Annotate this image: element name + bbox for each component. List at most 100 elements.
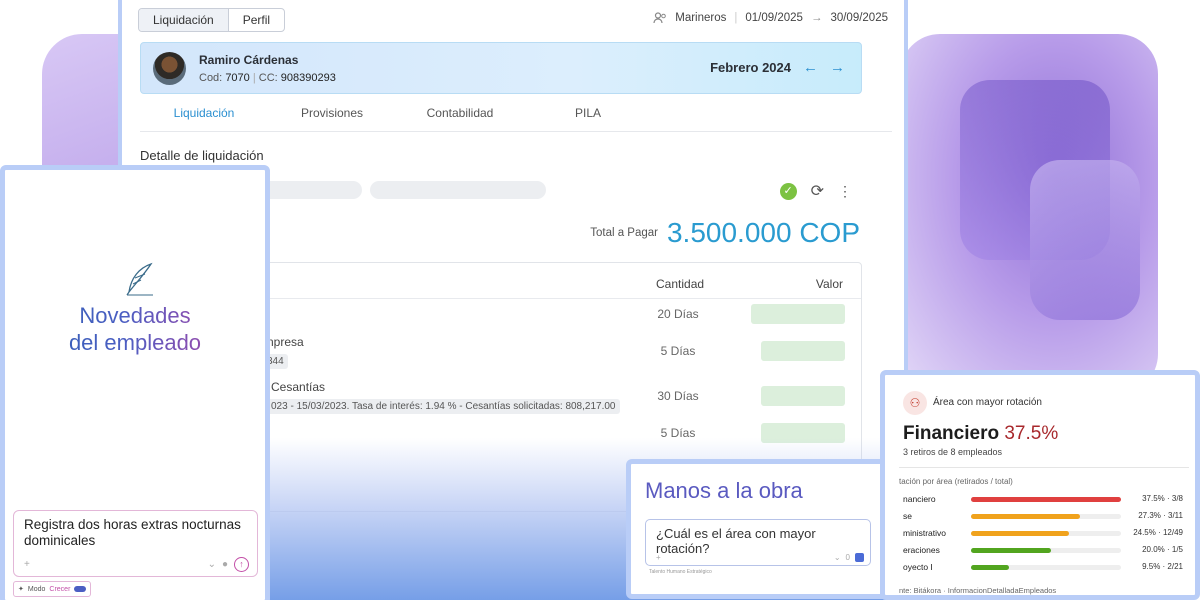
rotation-row: eraciones 20.0% · 1/5	[885, 544, 1195, 558]
add-icon[interactable]: +	[656, 553, 661, 562]
rotation-row-value: 20.0% · 1/5	[1142, 545, 1183, 554]
value-placeholder	[761, 341, 845, 361]
rotation-percent: 37.5%	[1004, 423, 1059, 444]
segment-perfil[interactable]: Perfil	[229, 9, 284, 31]
rotation-header: Área con mayor rotación	[933, 397, 1042, 408]
tab-provisiones[interactable]: Provisiones	[268, 100, 396, 131]
view-segmented-control: Liquidación Perfil	[138, 8, 286, 32]
rotation-row: se 27.3% · 3/11	[885, 510, 1195, 524]
rotation-row-value: 24.5% · 12/49	[1133, 528, 1183, 537]
rotation-bar-track	[971, 548, 1121, 553]
rotation-row-label: se	[903, 511, 912, 521]
chat-text: Registra dos horas extras nocturnas domi…	[24, 517, 241, 548]
people-icon	[653, 12, 667, 24]
send-icon[interactable]: ↑	[234, 557, 249, 572]
quill-icon	[126, 262, 153, 296]
background-brush-stroke	[1030, 160, 1140, 320]
rotation-row-label: ministrativo	[903, 528, 946, 538]
manos-title: Manos a la obra	[645, 478, 803, 503]
table-cell-concept: npresa	[267, 335, 304, 349]
rotation-highlight: Financiero 37.5%	[903, 423, 1058, 445]
period-range: Marineros | 01/09/2025 → 30/09/2025	[653, 12, 888, 24]
rotation-bar	[971, 497, 1121, 502]
actions-row: ✓ ⟳ ⋮	[779, 181, 852, 201]
rotation-bar-track	[971, 531, 1121, 536]
rotation-bar	[971, 565, 1009, 570]
rotation-row: ministrativo 24.5% · 12/49	[885, 527, 1195, 541]
question-input[interactable]: ¿Cuál es el área con mayor rotación? + ⌄…	[645, 519, 871, 566]
tab-contabilidad[interactable]: Contabilidad	[396, 100, 524, 131]
source-note: nte: Bitákora · InformacionDetalladaEmpl…	[899, 586, 1057, 595]
novedades-card: Novedades del empleado Registra dos hora…	[0, 165, 270, 600]
more-icon[interactable]: ⋮	[838, 183, 852, 200]
add-icon[interactable]: +	[24, 559, 30, 570]
group-name: Marineros	[675, 12, 727, 24]
employee-name: Ramiro Cárdenas	[199, 53, 299, 67]
skeleton-placeholder	[262, 181, 362, 199]
skeleton-placeholder	[370, 181, 546, 199]
chart-label: tación por área (retirados / total)	[899, 477, 1013, 486]
chevron-down-icon[interactable]: ⌄	[834, 553, 841, 562]
date-to: 30/09/2025	[830, 12, 888, 24]
arrow-left-icon[interactable]: ←	[803, 59, 818, 76]
chevron-down-icon[interactable]: ⌄	[208, 559, 216, 570]
rotation-row-label: nanciero	[903, 494, 936, 504]
section-title: Detalle de liquidación	[140, 148, 264, 163]
rotation-area: Financiero	[903, 423, 1000, 444]
check-icon[interactable]: ✓	[779, 182, 797, 200]
title-line-2: del empleado	[68, 330, 202, 355]
rotation-row-value: 37.5% · 3/8	[1142, 494, 1183, 503]
rotation-row-value: 9.5% · 2/21	[1142, 562, 1183, 571]
rotation-card: ⚇ Área con mayor rotación Financiero 37.…	[880, 370, 1200, 600]
cc-label: CC:	[258, 72, 278, 84]
avatar	[153, 52, 186, 85]
mode-value: Crecer	[49, 585, 71, 593]
total-value: 3.500.000 COP	[666, 217, 860, 248]
value-placeholder	[761, 386, 845, 406]
mode-toggle[interactable]: ✦ Modo Crecer	[13, 581, 92, 597]
rotation-bar	[971, 531, 1069, 536]
table-cell-quantity: 30 Días	[657, 389, 699, 403]
toggle-switch[interactable]	[74, 586, 87, 592]
chat-input[interactable]: Registra dos horas extras nocturnas domi…	[13, 510, 258, 577]
table-cell-detail: 023 - 15/03/2023. Tasa de interés: 1.94 …	[267, 399, 620, 414]
sparkle-icon: ✦	[18, 586, 24, 593]
mic-icon[interactable]: ●	[222, 559, 228, 570]
period-selector: Febrero 2024 ← →	[710, 59, 845, 76]
rotation-bar-track	[971, 514, 1121, 519]
table-cell-quantity: 20 Días	[657, 307, 699, 321]
segment-liquidacion[interactable]: Liquidación	[139, 9, 229, 31]
rotation-row: oyecto I 9.5% · 2/21	[885, 561, 1195, 575]
question-footer: + ⌄ 0	[656, 553, 864, 562]
send-icon[interactable]	[855, 553, 864, 562]
date-from: 01/09/2025	[745, 12, 803, 24]
chat-controls: ⌄ ● ↑	[208, 557, 249, 572]
rotation-row-label: eraciones	[903, 545, 940, 555]
arrow-right-icon[interactable]: →	[830, 59, 845, 76]
footer-note: Talento Humano Estratégico	[649, 569, 712, 575]
separator: |	[734, 12, 738, 24]
arrow-right-icon: →	[810, 12, 823, 24]
question-text: ¿Cuál es el área con mayor rotación?	[656, 526, 816, 556]
manos-card: Manos a la obra ¿Cuál es el área con may…	[626, 459, 916, 599]
table-cell-concept: Cesantías	[271, 380, 326, 394]
divider	[899, 467, 1189, 468]
rotation-bar	[971, 548, 1051, 553]
tab-pila[interactable]: PILA	[524, 100, 652, 131]
rotation-bar-track	[971, 497, 1121, 502]
column-header-value: Valor	[815, 277, 843, 291]
mic-icon[interactable]: 0	[846, 553, 850, 562]
tab-bar: Liquidación Provisiones Contabilidad PIL…	[140, 100, 892, 132]
question-controls: ⌄ 0	[834, 553, 864, 562]
refresh-icon[interactable]: ⟳	[811, 181, 824, 201]
employee-meta: Cod: 7070 | CC: 908390293	[199, 72, 336, 84]
cod-label: Cod:	[199, 72, 223, 84]
novedades-title: Novedades del empleado	[5, 302, 265, 356]
tab-liquidacion[interactable]: Liquidación	[140, 100, 268, 131]
value-placeholder	[751, 304, 845, 324]
table-cell-quantity: 5 Días	[660, 344, 696, 358]
total-label: Total a Pagar	[590, 227, 658, 239]
title-line-1: Novedades	[79, 303, 191, 328]
rotation-subtitle: 3 retiros de 8 empleados	[903, 447, 1003, 457]
employee-card: Ramiro Cárdenas Cod: 7070 | CC: 90839029…	[140, 42, 862, 94]
